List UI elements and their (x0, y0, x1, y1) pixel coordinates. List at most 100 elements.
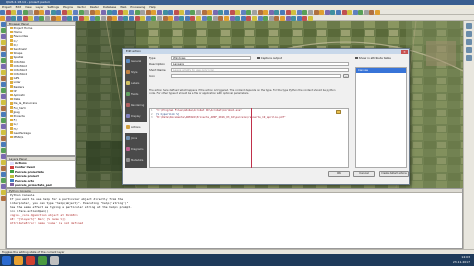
toolbar-button[interactable] (257, 9, 263, 15)
toolbar-button[interactable] (151, 9, 157, 15)
toolbar-button[interactable] (352, 9, 358, 15)
toolbar-button[interactable] (17, 15, 23, 21)
left-tool-button[interactable] (0, 148, 6, 153)
left-tool-button[interactable] (0, 184, 6, 189)
toolbar-button[interactable] (173, 9, 179, 15)
toolbar-button[interactable] (145, 15, 151, 21)
toolbar-button[interactable] (375, 9, 381, 15)
toolbar-button[interactable] (201, 15, 207, 21)
toolbar-button[interactable] (11, 15, 17, 21)
toolbar-button[interactable] (190, 9, 196, 15)
toolbar-button[interactable] (268, 9, 274, 15)
browser-taskbar-icon[interactable] (26, 255, 35, 265)
taskbar-clock[interactable]: 14:03 23.11.2017 (453, 255, 470, 265)
left-tool-button[interactable] (0, 106, 6, 111)
left-tool-button[interactable] (0, 136, 6, 141)
toolbar-button[interactable] (224, 15, 230, 21)
show-in-attr-table-checkbox[interactable] (355, 56, 358, 60)
toolbar-button[interactable] (212, 15, 218, 21)
toolbar-button[interactable] (33, 9, 39, 15)
left-tool-button[interactable] (0, 130, 6, 135)
toolbar-button[interactable] (196, 15, 202, 21)
toolbar-button[interactable] (229, 9, 235, 15)
right-tool-button[interactable] (466, 31, 472, 37)
nav-display[interactable]: Display (125, 111, 147, 122)
right-tool-button[interactable] (466, 47, 472, 53)
dialog-close-button[interactable]: ✕ (401, 49, 408, 54)
toolbar-button[interactable] (95, 9, 101, 15)
toolbar-button[interactable] (0, 15, 6, 21)
show-in-attr-table-option[interactable]: Show in attribute table (355, 56, 391, 61)
right-tool-button[interactable] (466, 55, 472, 61)
action-code-editor[interactable]: 1 "C:\Program Files\Adobe\Acrobat DC\Acro… (149, 108, 349, 168)
toolbar-button[interactable] (140, 15, 146, 21)
toolbar-button[interactable] (100, 15, 106, 21)
toolbar-button[interactable] (106, 15, 112, 21)
left-tool-button[interactable] (0, 154, 6, 159)
left-tool-button[interactable] (0, 58, 6, 63)
toolbar-button[interactable] (274, 15, 280, 21)
toolbar-button[interactable] (39, 15, 45, 21)
toolbar-button[interactable] (207, 9, 213, 15)
toolbar-button[interactable] (112, 15, 118, 21)
toolbar-button[interactable] (252, 15, 258, 21)
left-tool-button[interactable] (0, 196, 6, 201)
toolbar-button[interactable] (347, 9, 353, 15)
nav-rendering[interactable]: Rendering (125, 100, 147, 111)
type-select[interactable]: Windows (171, 56, 251, 61)
toolbar-button[interactable] (134, 15, 140, 21)
toolbar-button[interactable] (33, 15, 39, 21)
toolbar-button[interactable] (190, 15, 196, 21)
left-tool-button[interactable] (0, 82, 6, 87)
toolbar-button[interactable] (184, 9, 190, 15)
action-scope-selected[interactable]: Canvas (356, 68, 406, 73)
left-tool-button[interactable] (0, 124, 6, 129)
action-scopes-list[interactable]: Canvas (355, 67, 407, 168)
nav-metadata[interactable]: Metadata (125, 155, 147, 166)
toolbar-button[interactable] (162, 9, 168, 15)
qgis-taskbar-icon[interactable] (38, 255, 47, 265)
toolbar-button[interactable] (67, 9, 73, 15)
toolbar-button[interactable] (67, 15, 73, 21)
toolbar-button[interactable] (279, 9, 285, 15)
left-tool-button[interactable] (0, 160, 6, 165)
toolbar-button[interactable] (56, 9, 62, 15)
toolbar-button[interactable] (363, 9, 369, 15)
toolbar-button[interactable] (296, 15, 302, 21)
nav-actions[interactable]: Actions (125, 122, 147, 133)
nav-labels[interactable]: Labels (125, 78, 147, 89)
toolbar-button[interactable] (28, 9, 34, 15)
toolbar-button[interactable] (162, 15, 168, 21)
icon-input[interactable] (171, 74, 341, 79)
left-tool-button[interactable] (0, 70, 6, 75)
toolbar-button[interactable] (196, 9, 202, 15)
toolbar-button[interactable] (73, 15, 79, 21)
toolbar-button[interactable] (246, 9, 252, 15)
left-tool-button[interactable] (0, 118, 6, 123)
toolbar-button[interactable] (84, 9, 90, 15)
left-tool-button[interactable] (0, 64, 6, 69)
toolbar-button[interactable] (39, 9, 45, 15)
toolbar-button[interactable] (274, 9, 280, 15)
toolbar-button[interactable] (229, 15, 235, 21)
toolbar-button[interactable] (184, 15, 190, 21)
toolbar-button[interactable] (313, 9, 319, 15)
toolbar-button[interactable] (173, 15, 179, 21)
toolbar-button[interactable] (56, 15, 62, 21)
toolbar-button[interactable] (279, 15, 285, 21)
toolbar-button[interactable] (235, 15, 241, 21)
left-tool-button[interactable] (0, 166, 6, 171)
cancel-button[interactable]: Cancel (353, 171, 375, 177)
toolbar-button[interactable] (235, 9, 241, 15)
toolbar-button[interactable] (128, 15, 134, 21)
left-tool-button[interactable] (0, 34, 6, 39)
toolbar-button[interactable] (61, 9, 67, 15)
toolbar-button[interactable] (106, 9, 112, 15)
toolbar-button[interactable] (218, 9, 224, 15)
toolbar-button[interactable] (285, 15, 291, 21)
nav-fields[interactable]: Fields (125, 89, 147, 100)
nav-style[interactable]: Style (125, 67, 147, 78)
toolbar-button[interactable] (123, 15, 129, 21)
toolbar-button[interactable] (156, 9, 162, 15)
toolbar-button[interactable] (341, 9, 347, 15)
